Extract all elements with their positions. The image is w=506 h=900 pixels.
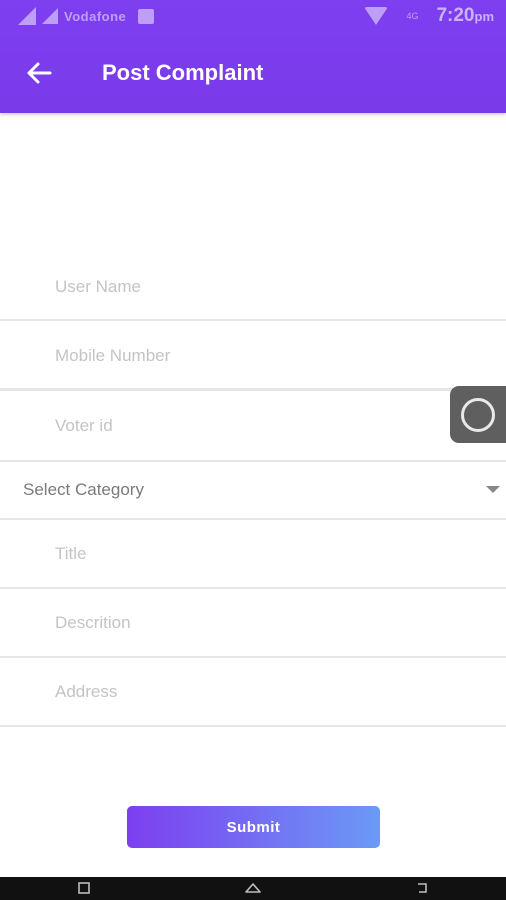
signal-icon	[18, 7, 36, 25]
circle-icon	[461, 397, 495, 432]
recent-apps-button[interactable]	[76, 881, 92, 895]
address-field	[0, 658, 506, 727]
description-input[interactable]	[0, 589, 506, 656]
category-select[interactable]: Select Category	[0, 460, 506, 520]
wifi-icon	[364, 7, 389, 25]
app-bar: Vodafone 4G 7:20pm Post Complaint	[0, 0, 506, 113]
status-left: Vodafone	[18, 7, 155, 25]
back-nav-button[interactable]	[414, 881, 430, 895]
back-icon	[418, 883, 427, 893]
title-field	[0, 520, 506, 589]
user-name-field	[0, 254, 506, 321]
image-notification-icon	[138, 8, 155, 24]
voter-id-input[interactable]	[0, 391, 506, 460]
home-icon	[245, 883, 261, 893]
status-right: 4G 7:20pm	[364, 5, 494, 27]
recent-apps-icon	[78, 882, 90, 894]
address-input[interactable]	[0, 658, 506, 725]
description-field	[0, 589, 506, 658]
user-name-input[interactable]	[0, 254, 506, 319]
mobile-number-field	[0, 323, 506, 390]
mobile-number-input[interactable]	[0, 323, 506, 388]
network-type: 4G	[406, 11, 419, 21]
page-title: Post Complaint	[102, 60, 264, 85]
back-button[interactable]	[24, 58, 54, 88]
home-button[interactable]	[244, 881, 262, 895]
time-suffix: pm	[474, 9, 495, 24]
dropdown-arrow-icon	[486, 486, 500, 493]
carrier-label: Vodafone	[64, 8, 127, 24]
signal-secondary-icon	[42, 8, 58, 24]
assistive-touch-button[interactable]	[450, 386, 506, 443]
status-bar: Vodafone 4G 7:20pm	[0, 0, 506, 34]
submit-button[interactable]: Submit	[127, 806, 380, 848]
arrow-left-icon	[27, 62, 52, 84]
voter-id-field	[0, 391, 506, 460]
time-value: 7:20	[436, 5, 475, 26]
category-select-label: Select Category	[23, 480, 144, 499]
system-nav-bar	[0, 877, 506, 900]
title-input[interactable]	[0, 520, 506, 587]
status-time: 7:20pm	[436, 5, 494, 27]
